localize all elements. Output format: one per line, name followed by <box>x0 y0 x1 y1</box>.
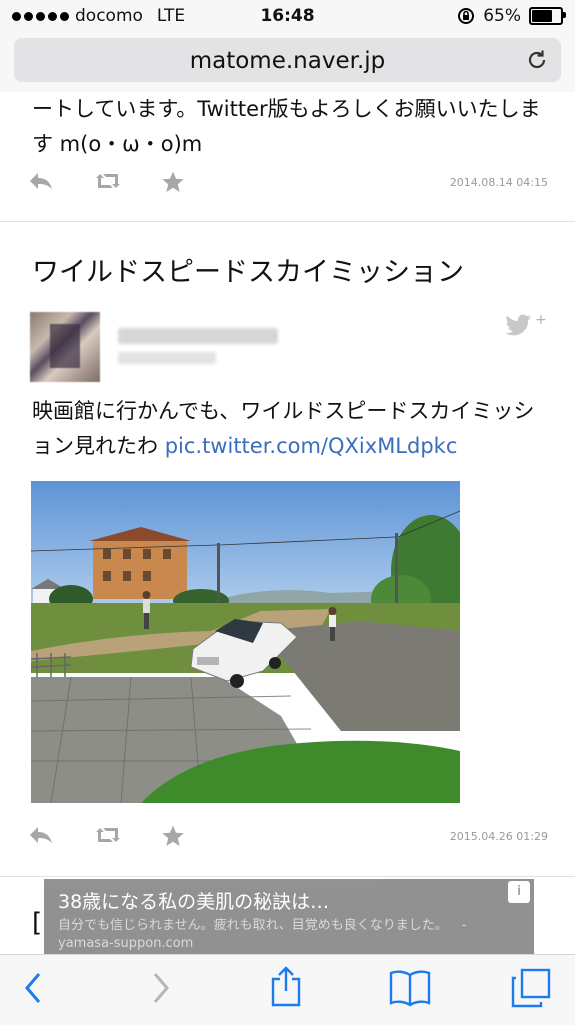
back-arrow-icon[interactable] <box>22 970 44 1006</box>
reload-icon[interactable] <box>525 48 549 72</box>
browser-chrome: matome.naver.jp <box>0 32 575 92</box>
blurred-user-handle[interactable] <box>118 352 216 364</box>
tweet-timestamp: 2015.04.26 01:29 <box>449 830 548 843</box>
tweet-body: 映画館に行かんでも、ワイルドスピードスカイミッション見れたわ pic.twitt… <box>32 394 552 464</box>
favorite-star-icon[interactable] <box>161 170 185 194</box>
section-heading: ワイルドスピードスカイミッション <box>32 257 464 288</box>
car-in-ditch-image <box>31 481 460 803</box>
ad-desc-text: 自分でも信じられません。疲れも取れ、目覚めも良くなりました。 <box>58 918 448 933</box>
battery-percent: 65% <box>483 6 521 26</box>
tweet-link[interactable]: pic.twitter.com/QXixMLdpkc <box>165 434 458 458</box>
ad-title[interactable]: 38歳になる私の美肌の秘訣は… <box>58 887 329 914</box>
page-content: ートしています。Twitter版もよろしくお願いいたします m(o・ω・o)m … <box>0 92 575 954</box>
tweet-timestamp: 2014.08.14 04:15 <box>449 176 548 189</box>
battery-icon <box>529 7 566 25</box>
avatar[interactable] <box>30 312 100 382</box>
address-text[interactable]: matome.naver.jp <box>14 48 561 74</box>
ad-description: 自分でも信じられません。疲れも取れ、目覚めも良くなりました。 - yamasa-… <box>58 917 518 953</box>
follow-plus[interactable]: + <box>535 312 547 328</box>
next-section-heading: [ <box>32 908 43 938</box>
favorite-star-icon[interactable] <box>161 824 185 848</box>
reply-icon[interactable] <box>28 170 54 192</box>
divider <box>0 221 575 222</box>
retweet-icon[interactable] <box>94 170 122 192</box>
rotation-lock-icon <box>458 8 475 24</box>
ad-banner[interactable]: 38歳になる私の美肌の秘訣は… 自分でも信じられません。疲れも取れ、目覚めも良く… <box>44 879 534 955</box>
status-bar: docomo LTE 16:48 65% <box>0 0 575 32</box>
safari-toolbar <box>0 954 575 1025</box>
tweet-photo[interactable] <box>31 481 460 803</box>
twitter-bird-icon[interactable] <box>506 314 532 336</box>
tweet-text: ートしています。Twitter版もよろしくお願いいたします m(o・ω・o)m <box>32 97 541 156</box>
forward-arrow-icon[interactable] <box>150 970 172 1006</box>
tabs-icon[interactable] <box>510 967 552 1009</box>
blurred-user-name[interactable] <box>118 328 278 344</box>
divider <box>0 876 575 877</box>
share-icon[interactable] <box>270 965 302 1007</box>
tweet-actions: 2015.04.26 01:29 <box>28 822 548 852</box>
reply-icon[interactable] <box>28 824 54 846</box>
address-bar[interactable]: matome.naver.jp <box>14 38 561 82</box>
bookmarks-icon[interactable] <box>388 969 432 1007</box>
tweet-actions: 2014.08.14 04:15 <box>28 168 548 198</box>
ad-info-icon[interactable]: i <box>508 881 530 903</box>
retweet-icon[interactable] <box>94 824 122 846</box>
